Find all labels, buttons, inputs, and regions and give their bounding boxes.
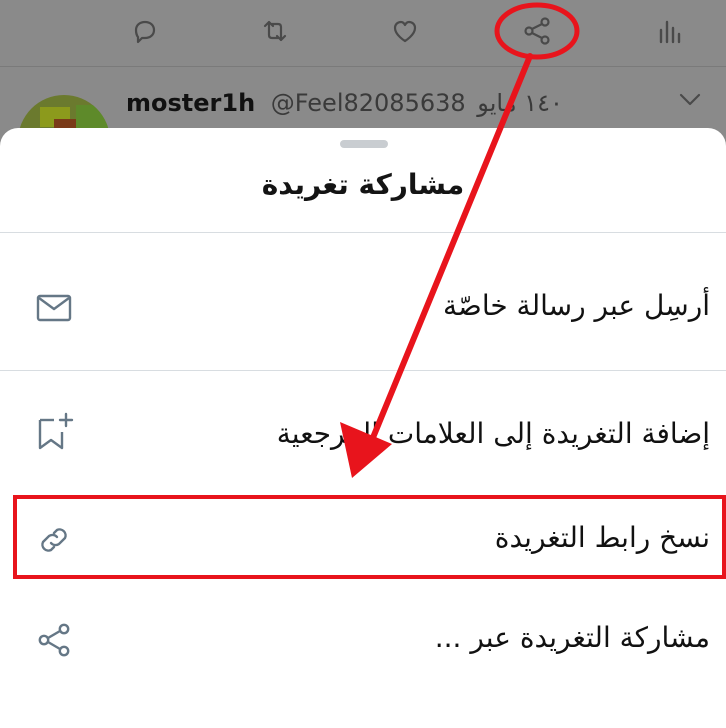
- send-via-dm-item[interactable]: أرسِل عبر رسالة خاصّة: [0, 246, 726, 366]
- next-tweet-row[interactable]: moster1h @Feel82085638 ١٤٠ مايو: [0, 67, 726, 165]
- retweet-icon[interactable]: [258, 14, 292, 48]
- reply-icon[interactable]: [128, 14, 162, 48]
- author-name: moster1h: [126, 89, 256, 117]
- add-bookmark-item[interactable]: إضافة التغريدة إلى العلامات المرجعية: [0, 374, 726, 494]
- share-icon[interactable]: [520, 14, 554, 48]
- menu-item-label: مشاركة التغريدة عبر ...: [434, 621, 710, 654]
- sheet-title: مشاركة تغريدة: [261, 168, 465, 201]
- chevron-down-icon[interactable]: [678, 91, 702, 109]
- sheet-grabber[interactable]: [340, 140, 388, 148]
- menu-item-label: إضافة التغريدة إلى العلامات المرجعية: [276, 417, 710, 450]
- tweet-action-bar: [0, 0, 726, 66]
- tweet-header: moster1h @Feel82085638 ١٤٠ مايو: [126, 89, 563, 117]
- envelope-icon: [34, 288, 74, 328]
- divider: [0, 370, 726, 371]
- like-icon[interactable]: [388, 14, 422, 48]
- highlight-rectangle: [13, 495, 726, 579]
- divider: [0, 232, 726, 233]
- analytics-icon[interactable]: [652, 14, 686, 48]
- menu-item-label: أرسِل عبر رسالة خاصّة: [443, 289, 710, 322]
- share-icon: [34, 620, 74, 660]
- share-sheet: مشاركة تغريدة أرسِل عبر رسالة خاصّة إضاف…: [0, 128, 726, 728]
- author-handle: @Feel82085638: [270, 89, 466, 117]
- tweet-date: ١٤٠ مايو: [477, 89, 563, 117]
- bookmark-add-icon: [34, 412, 74, 452]
- share-via-item[interactable]: مشاركة التغريدة عبر ...: [0, 578, 726, 698]
